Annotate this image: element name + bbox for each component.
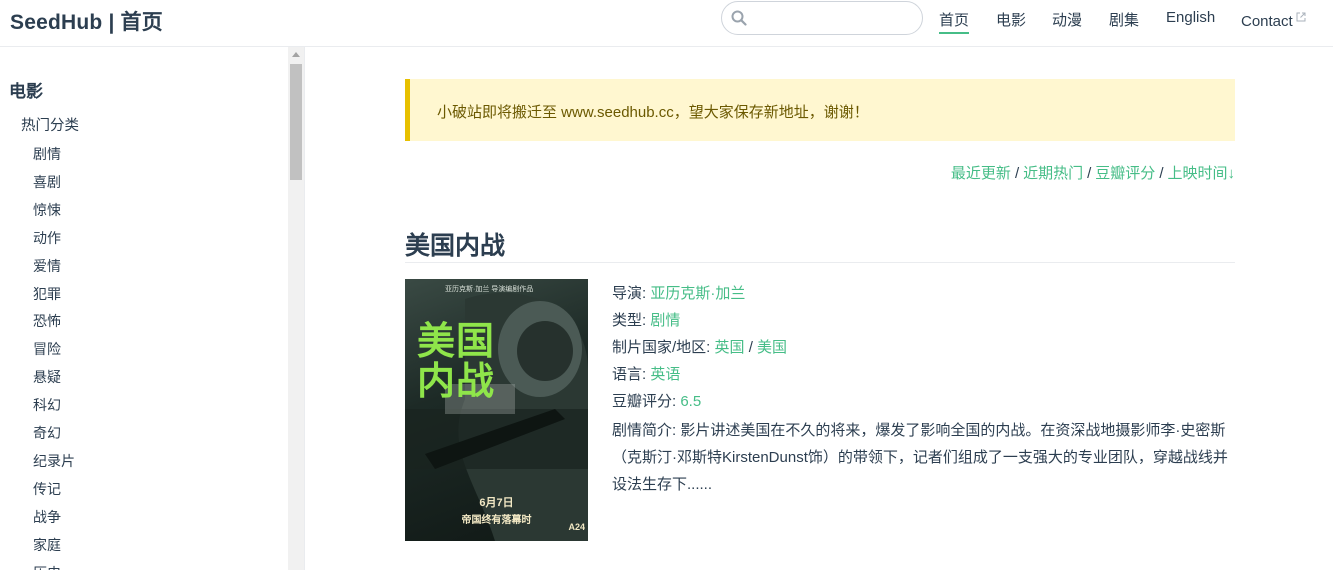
sort-release-link[interactable]: 上映时间↓ <box>1167 165 1235 182</box>
nav-contact[interactable]: Contact <box>1241 9 1306 30</box>
notice-text: 小破站即将搬迁至 www.seedhub.cc，望大家保存新地址，谢谢！ <box>437 104 869 121</box>
movie-info: 导演: 亚历克斯·加兰 类型: 剧情 制片国家/地区: 英国 / 美国 语言: … <box>612 282 1235 498</box>
region-link[interactable]: 美国 <box>757 339 787 356</box>
sort-bar: 最近更新 / 近期热门 / 豆瓣评分 / 上映时间↓ <box>951 162 1235 183</box>
sidebar-item[interactable]: 剧情 <box>33 144 61 164</box>
sidebar-item[interactable]: 喜剧 <box>33 172 61 192</box>
sidebar-item[interactable]: 历史 <box>33 563 61 570</box>
search-icon <box>731 10 747 31</box>
sidebar-heading[interactable]: 电影 <box>9 77 43 102</box>
plot-summary: 剧情简介: 影片讲述美国在不久的将来，爆发了影响全国的内战。在资深战地摄影师李·… <box>612 417 1235 498</box>
sidebar-item[interactable]: 犯罪 <box>33 284 61 304</box>
poster-date: 6月7日 <box>479 497 514 509</box>
sidebar-item[interactable]: 战争 <box>33 507 61 527</box>
sidebar-item[interactable]: 纪录片 <box>33 451 75 471</box>
sort-separator: / <box>1014 165 1020 182</box>
movie-poster[interactable]: 亚历克斯·加兰 导演编剧作品 美国 内战 6月7日 帝国终有落幕时 A24 <box>405 279 588 541</box>
movie-title[interactable]: 美国内战 <box>405 226 505 262</box>
poster-studio-logo: A24 <box>568 522 585 532</box>
plot-label: 剧情简介: <box>612 422 677 439</box>
scroll-up-arrow-icon[interactable] <box>292 52 300 57</box>
sidebar-item[interactable]: 悬疑 <box>33 367 61 387</box>
nav-home[interactable]: 首页 <box>939 9 970 34</box>
sort-separator: / <box>1159 165 1164 182</box>
region-label: 制片国家/地区: <box>612 339 711 356</box>
sort-rating-link[interactable]: 豆瓣评分 <box>1095 165 1155 182</box>
navbar: SeedHub | 首页 首页 电影 动漫 剧集 English Contact <box>0 0 1333 47</box>
region-separator: / <box>748 339 753 356</box>
search-input[interactable] <box>754 8 914 28</box>
site-name[interactable]: SeedHub | 首页 <box>10 6 163 36</box>
sidebar-item[interactable]: 家庭 <box>33 535 61 555</box>
nav-contact-label: Contact <box>1241 13 1293 30</box>
poster-title-line: 美国 <box>417 319 496 363</box>
nav-anime[interactable]: 动漫 <box>1052 9 1082 30</box>
sidebar-scrollbar[interactable] <box>288 47 304 570</box>
region-row: 制片国家/地区: 英国 / 美国 <box>612 336 1235 363</box>
sidebar-item[interactable]: 冒险 <box>33 339 61 359</box>
sidebar-item[interactable]: 科幻 <box>33 395 61 415</box>
language-label: 语言: <box>612 366 647 383</box>
nav-series[interactable]: 剧集 <box>1109 9 1139 30</box>
search-box[interactable] <box>721 1 923 35</box>
region-link[interactable]: 英国 <box>715 339 745 356</box>
nav-english[interactable]: English <box>1166 9 1215 26</box>
scroll-thumb[interactable] <box>290 64 302 180</box>
genre-label: 类型: <box>612 312 647 329</box>
genre-link[interactable]: 剧情 <box>650 312 680 329</box>
sidebar-item[interactable]: 惊悚 <box>33 200 61 220</box>
poster-title: 美国 内战 <box>417 321 495 401</box>
sort-recent-link[interactable]: 最近更新 <box>951 165 1011 182</box>
nav-movies[interactable]: 电影 <box>996 9 1026 30</box>
sort-separator: / <box>1087 165 1092 182</box>
director-link[interactable]: 亚历克斯·加兰 <box>650 285 745 302</box>
poster-subtitle: 帝国终有落幕时 <box>461 515 532 526</box>
sidebar-item[interactable]: 奇幻 <box>33 423 61 443</box>
language-link[interactable]: 英语 <box>650 366 680 383</box>
sidebar-item[interactable]: 动作 <box>33 228 61 248</box>
sidebar: 电影 热门分类 剧情 喜剧 惊悚 动作 爱情 犯罪 恐怖 冒险 悬疑 科幻 奇幻… <box>0 47 305 570</box>
plot-text: 影片讲述美国在不久的将来，爆发了影响全国的内战。在资深战地摄影师李·史密斯（克斯… <box>612 422 1228 493</box>
sidebar-item[interactable]: 爱情 <box>33 256 61 276</box>
director-row: 导演: 亚历克斯·加兰 <box>612 282 1235 309</box>
external-link-icon <box>1296 9 1306 26</box>
genre-row: 类型: 剧情 <box>612 309 1235 336</box>
rating-value: 6.5 <box>680 393 702 410</box>
sidebar-item[interactable]: 传记 <box>33 479 61 499</box>
notice-banner: 小破站即将搬迁至 www.seedhub.cc，望大家保存新地址，谢谢！ <box>405 79 1235 141</box>
director-label: 导演: <box>612 285 647 302</box>
poster-top-text: 亚历克斯·加兰 导演编剧作品 <box>445 286 534 293</box>
rating-label: 豆瓣评分: <box>612 393 677 410</box>
rating-row: 豆瓣评分: 6.5 <box>612 390 1235 417</box>
poster-title-line: 内战 <box>417 359 496 403</box>
sort-hot-link[interactable]: 近期热门 <box>1023 165 1083 182</box>
sidebar-group-title[interactable]: 热门分类 <box>21 114 79 135</box>
title-divider <box>405 262 1235 263</box>
language-row: 语言: 英语 <box>612 363 1235 390</box>
sidebar-item[interactable]: 恐怖 <box>33 311 61 331</box>
